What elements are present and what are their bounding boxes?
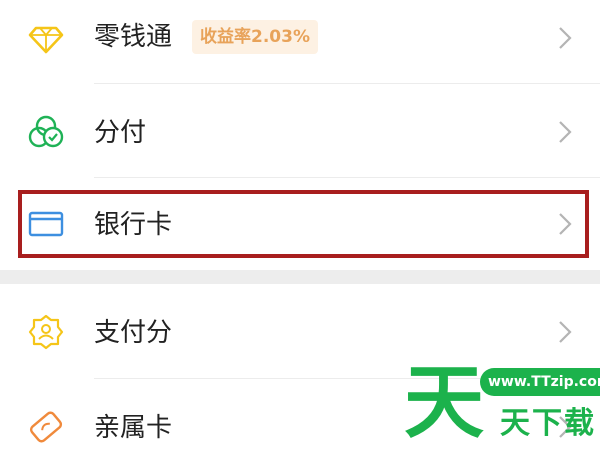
menu-item-label: 分付 xyxy=(94,118,147,148)
menu-item-fenfu[interactable]: 分付 xyxy=(0,84,600,176)
highlight-box xyxy=(18,190,589,258)
chevron-right-icon xyxy=(559,121,572,143)
fenfu-icon xyxy=(28,115,64,148)
chevron-right-icon xyxy=(559,27,572,49)
yield-badge: 收益率2.03% xyxy=(192,20,318,54)
menu-item-label: 亲属卡 xyxy=(94,413,173,443)
diamond-icon xyxy=(28,26,64,54)
watermark-big-char: 天 xyxy=(404,356,484,449)
chevron-right-icon xyxy=(559,321,572,343)
menu-item-lingqiantong[interactable]: 零钱通 收益率2.03% xyxy=(0,0,600,80)
menu-item-label: 支付分 xyxy=(94,318,173,348)
menu-item-label: 零钱通 xyxy=(94,22,173,52)
family-card-icon xyxy=(29,411,63,443)
watermark-url: www.TTzip.com xyxy=(480,368,600,396)
pay-score-icon xyxy=(28,314,64,350)
watermark-text: 天下载 xyxy=(500,406,596,441)
section-gap xyxy=(0,270,600,284)
watermark-logo: 天 www.TTzip.com 天下载 xyxy=(400,358,600,450)
